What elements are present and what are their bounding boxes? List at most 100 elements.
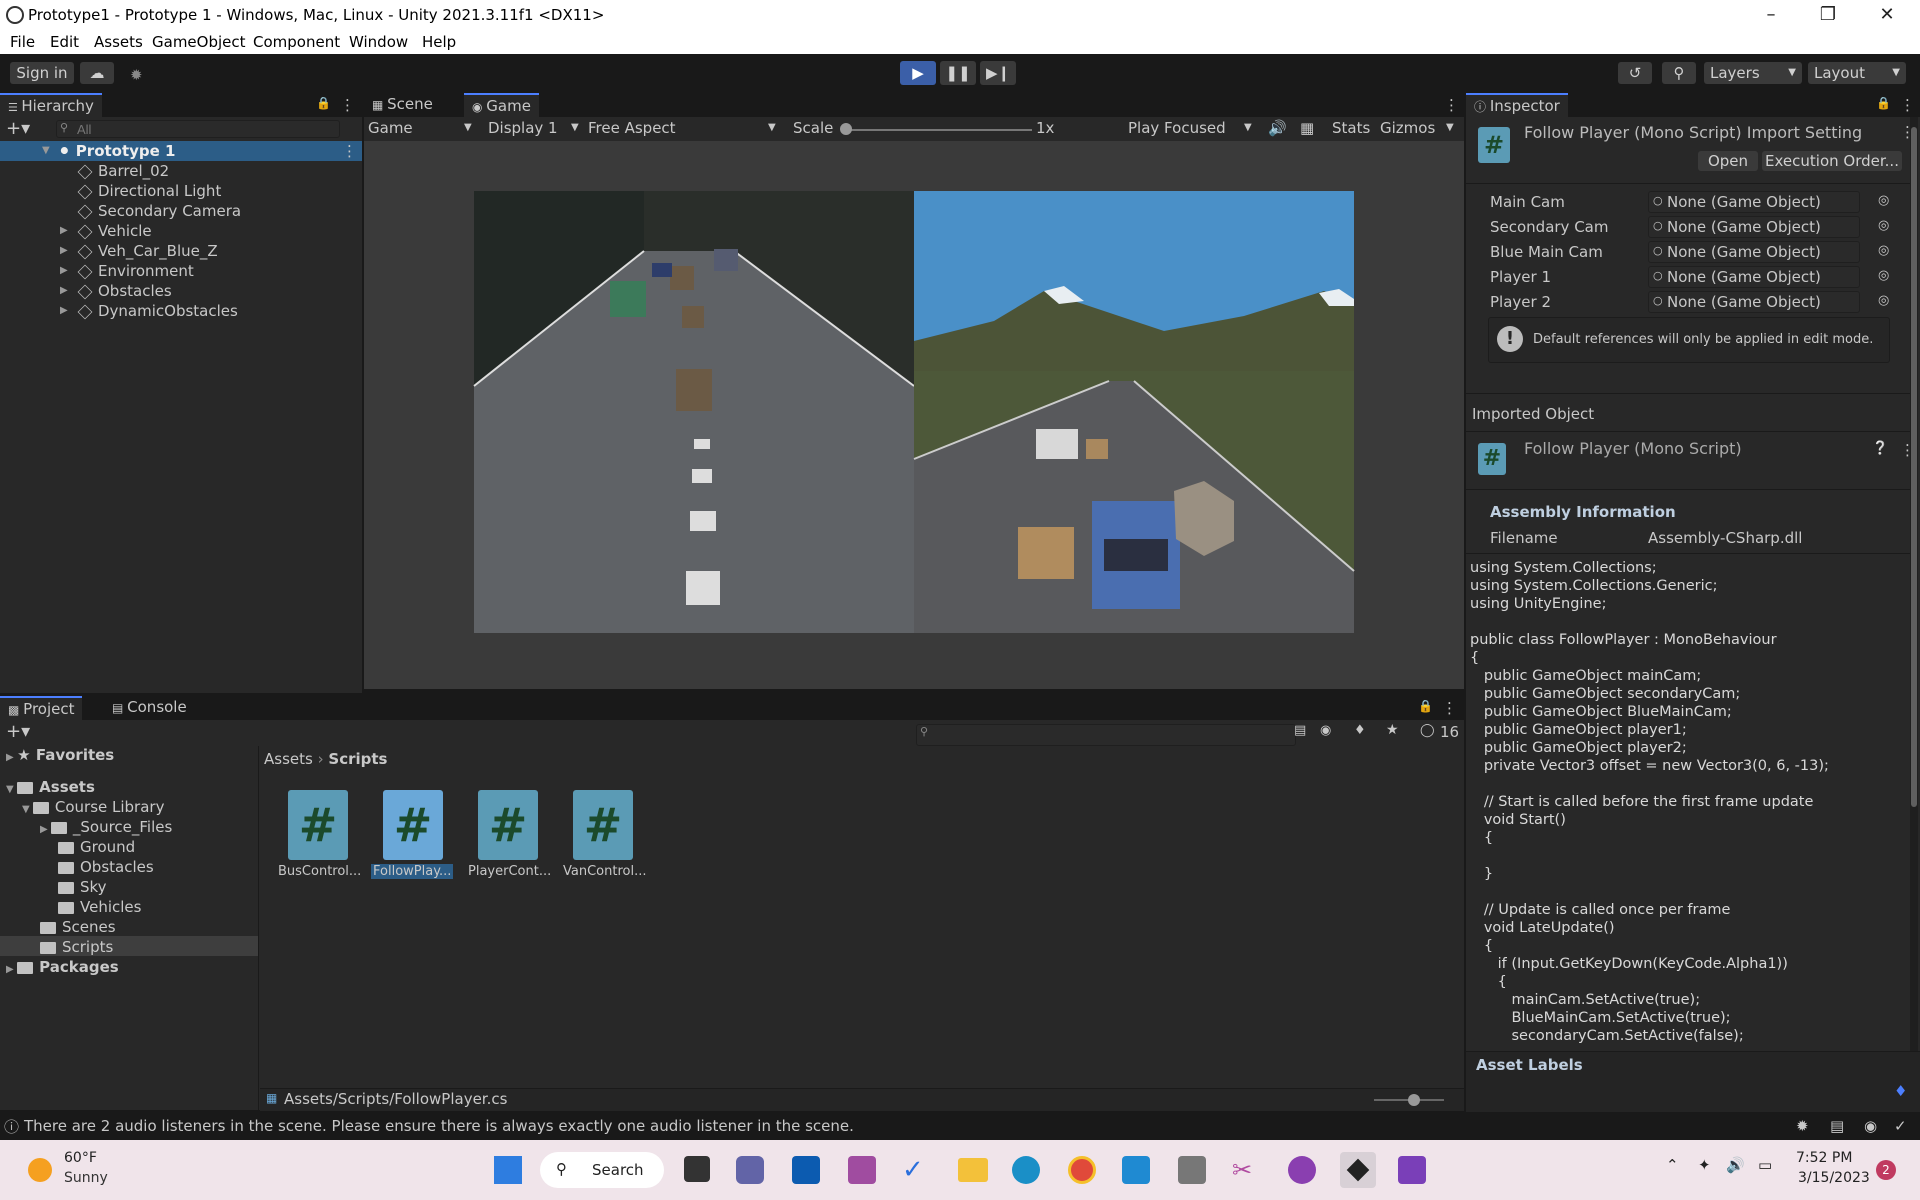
close-button[interactable]: ✕ <box>1872 4 1902 25</box>
lock-icon[interactable]: 🔒 <box>316 96 331 110</box>
file-item[interactable]: # BusControl... <box>274 790 364 886</box>
tray-chevron-icon[interactable]: ⌃ <box>1666 1156 1679 1174</box>
file-item-selected[interactable]: # FollowPlay... <box>369 790 459 886</box>
chrome-icon[interactable] <box>1068 1156 1096 1184</box>
cloud-icon[interactable]: ☁ <box>80 62 114 84</box>
object-field-main-cam[interactable]: ○ None (Game Object) <box>1648 191 1860 213</box>
restore-button[interactable]: ❐ <box>1813 4 1843 25</box>
hierarchy-item[interactable]: ▶ Environment <box>60 262 194 280</box>
more-icon[interactable]: ⋮ <box>1900 96 1915 114</box>
todo-icon[interactable]: ✓ <box>902 1156 930 1184</box>
scrollbar[interactable] <box>1910 117 1918 1135</box>
filter-label-icon[interactable]: ♦ <box>1354 723 1366 738</box>
clock-time[interactable]: 7:52 PM <box>1796 1150 1852 1166</box>
chevron-down-icon[interactable]: ▼ <box>1446 122 1454 133</box>
status-icon[interactable]: ▤ <box>1830 1117 1844 1135</box>
hidden-packages-icon[interactable]: ◯ <box>1420 723 1435 738</box>
lock-icon[interactable]: 🔒 <box>1418 699 1433 713</box>
layout-dropdown[interactable]: Layout ▼ <box>1808 62 1906 84</box>
tree-course-library[interactable]: ▼ Course Library <box>22 798 164 816</box>
status-icon[interactable]: ✓ <box>1894 1117 1907 1135</box>
object-field-player-2[interactable]: ○ None (Game Object) <box>1648 291 1860 313</box>
snipping-tool-icon[interactable]: ✂ <box>1232 1156 1260 1184</box>
game-canvas[interactable] <box>364 141 1464 689</box>
status-icon[interactable]: ✹ <box>1796 1117 1809 1135</box>
menu-gameobject[interactable]: GameObject <box>152 33 246 51</box>
game-dropdown[interactable]: Game ▼ <box>368 119 478 137</box>
notification-badge[interactable]: 2 <box>1876 1160 1896 1180</box>
hierarchy-item[interactable]: Directional Light <box>77 182 221 200</box>
root-more-icon[interactable]: ⋮ <box>342 142 357 160</box>
menu-component[interactable]: Component <box>253 33 340 51</box>
step-button[interactable]: ▶❙ <box>980 61 1016 85</box>
tab-scene[interactable]: ▦ Scene <box>364 93 441 119</box>
open-button[interactable]: Open <box>1698 151 1758 171</box>
edge-icon[interactable] <box>1012 1156 1040 1184</box>
hierarchy-item[interactable]: ▶ Obstacles <box>60 282 172 300</box>
more-icon[interactable]: ⋮ <box>1442 699 1457 717</box>
file-explorer-icon[interactable] <box>958 1158 988 1182</box>
gizmos-button[interactable]: Gizmos <box>1380 119 1435 137</box>
pause-button[interactable]: ❚❚ <box>940 61 976 85</box>
tree-folder[interactable]: Ground <box>58 838 135 856</box>
app-icon[interactable] <box>848 1156 876 1184</box>
grid-icon[interactable]: ▦ <box>1300 119 1314 137</box>
store-icon[interactable] <box>792 1156 820 1184</box>
icon-size-slider-handle[interactable] <box>1408 1094 1420 1106</box>
scale-slider-track[interactable] <box>842 129 1032 131</box>
hierarchy-item[interactable]: ▶ Veh_Car_Blue_Z <box>60 242 218 260</box>
add-icon[interactable]: +▾ <box>6 118 30 139</box>
status-icon[interactable]: ◉ <box>1864 1117 1877 1135</box>
hierarchy-search-input[interactable] <box>56 120 340 138</box>
target-icon[interactable]: ◎ <box>1878 193 1889 208</box>
create-icon[interactable]: +▾ <box>6 721 30 742</box>
scrollbar-thumb[interactable] <box>1911 127 1917 807</box>
unity-editor-icon[interactable] <box>1340 1152 1376 1188</box>
file-item[interactable]: # PlayerCont... <box>464 790 554 886</box>
task-view-icon[interactable] <box>684 1156 710 1182</box>
hierarchy-item[interactable]: Secondary Camera <box>77 202 241 220</box>
tab-inspector[interactable]: ⓘ Inspector <box>1466 93 1568 121</box>
menu-help[interactable]: Help <box>422 33 456 51</box>
aspect-dropdown[interactable]: Free Aspect ▼ <box>588 119 788 137</box>
tree-folder[interactable]: Obstacles <box>58 858 154 876</box>
vscode-icon[interactable] <box>1122 1156 1150 1184</box>
audio-icon[interactable]: 🔊 <box>1268 119 1287 137</box>
play-button[interactable]: ▶ <box>900 61 936 85</box>
unity-hub-icon[interactable] <box>1178 1156 1206 1184</box>
battery-icon[interactable]: ▭ <box>1758 1156 1772 1174</box>
start-icon[interactable] <box>494 1156 522 1184</box>
tree-scripts[interactable]: Scripts <box>40 938 113 956</box>
file-item[interactable]: # VanControl... <box>559 790 649 886</box>
filter-type-icon[interactable]: ◉ <box>1320 723 1331 738</box>
menu-edit[interactable]: Edit <box>50 33 79 51</box>
collab-icon[interactable]: ✹ <box>130 66 143 84</box>
tree-folder[interactable]: ▶ _Source_Files <box>40 818 172 836</box>
clock-date[interactable]: 3/15/2023 <box>1798 1170 1870 1186</box>
tree-scenes[interactable]: Scenes <box>40 918 116 936</box>
search-box[interactable]: ⚲ Search <box>540 1152 664 1188</box>
menu-assets[interactable]: Assets <box>94 33 143 51</box>
tree-folder[interactable]: Sky <box>58 878 107 896</box>
tab-console[interactable]: ▤ Console <box>104 696 195 722</box>
tab-hierarchy[interactable]: ☰ Hierarchy <box>0 93 102 121</box>
tree-folder[interactable]: Vehicles <box>58 898 141 916</box>
search-icon[interactable]: ⚲ <box>1662 62 1696 84</box>
object-field-secondary-cam[interactable]: ○ None (Game Object) <box>1648 216 1860 238</box>
status-message[interactable]: There are 2 audio listeners in the scene… <box>24 1117 854 1135</box>
volume-icon[interactable]: 🔊 <box>1726 1156 1745 1174</box>
lock-icon[interactable]: 🔒 <box>1876 96 1891 110</box>
target-icon[interactable]: ◎ <box>1878 243 1889 258</box>
tree-packages[interactable]: ▶ Packages <box>6 958 119 976</box>
hierarchy-item[interactable]: ▶ DynamicObstacles <box>60 302 238 320</box>
scale-slider-handle[interactable] <box>840 123 852 135</box>
stats-button[interactable]: Stats <box>1332 119 1370 137</box>
sign-in-button[interactable]: Sign in <box>10 62 74 84</box>
breadcrumb-assets[interactable]: Assets <box>264 750 313 768</box>
search-options-icon[interactable]: ▤ <box>1294 723 1306 738</box>
execution-order-button[interactable]: Execution Order... <box>1762 151 1902 171</box>
target-icon[interactable]: ◎ <box>1878 268 1889 283</box>
wifi-icon[interactable]: ✦ <box>1698 1156 1711 1174</box>
label-tag-icon[interactable]: ♦ <box>1894 1082 1907 1100</box>
history-icon[interactable]: ↺ <box>1618 62 1652 84</box>
